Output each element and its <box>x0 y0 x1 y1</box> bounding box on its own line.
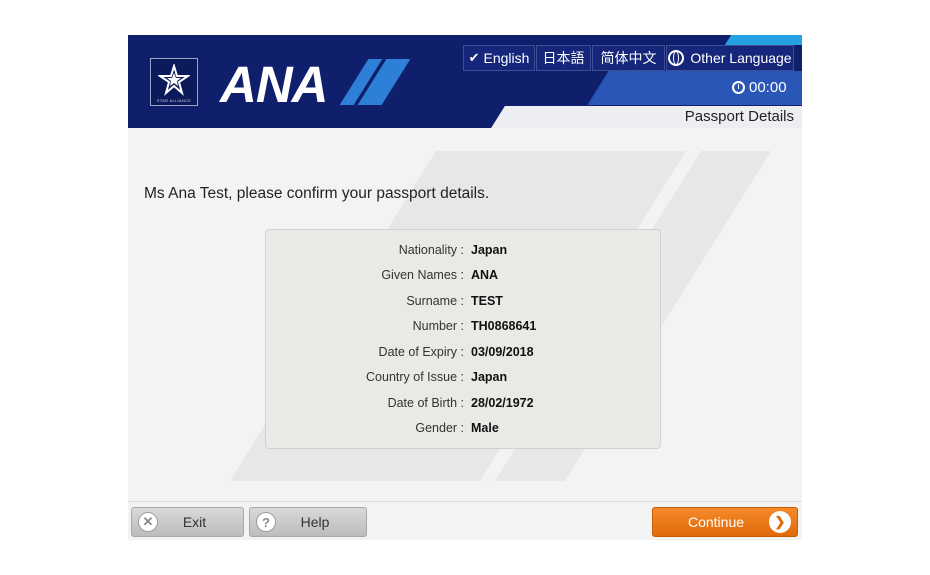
language-label: Other Language <box>690 50 792 66</box>
arrow-right-icon: ❯ <box>769 511 791 533</box>
field-label: Number : <box>412 319 464 333</box>
field-value: TEST <box>471 294 503 308</box>
field-value: TH0868641 <box>471 319 537 333</box>
continue-button[interactable]: Continue ❯ <box>652 507 798 537</box>
passport-row-nationality: Nationality : Japan <box>266 243 662 263</box>
passport-row-given-names: Given Names : ANA <box>266 268 662 288</box>
footer-bar: ✕ Exit ? Help Continue ❯ <box>128 501 802 540</box>
star-alliance-logo: STAR ALLIANCE <box>150 58 198 106</box>
field-label: Date of Birth : <box>387 396 464 410</box>
passport-row-country-of-issue: Country of Issue : Japan <box>266 370 662 390</box>
ana-logo: ANA <box>220 56 328 113</box>
confirmation-prompt: Ms Ana Test, please confirm your passpor… <box>144 185 490 202</box>
clock-icon <box>732 81 745 94</box>
kiosk-screen: STAR ALLIANCE ANA ✔ English 日本語 简体中文 Oth… <box>128 35 802 540</box>
field-value: Japan <box>471 243 508 257</box>
field-label: Country of Issue : <box>366 370 464 384</box>
help-label: Help <box>300 514 330 530</box>
continue-label: Continue <box>687 514 745 530</box>
subheader-dark-section <box>128 106 488 128</box>
field-label: Gender : <box>415 421 464 435</box>
passport-row-date-of-birth: Date of Birth : 28/02/1972 <box>266 396 662 416</box>
field-label: Date of Expiry : <box>378 345 464 359</box>
page-title: Passport Details <box>684 108 794 125</box>
passport-row-gender: Gender : Male <box>266 421 662 441</box>
language-japanese-button[interactable]: 日本語 <box>536 45 591 71</box>
language-other-button[interactable]: Other Language <box>666 45 794 71</box>
field-label: Surname : <box>406 294 464 308</box>
language-english-button[interactable]: ✔ English <box>463 45 535 71</box>
globe-icon <box>668 50 685 66</box>
timer-value: 00:00 <box>749 79 787 96</box>
passport-row-number: Number : TH0868641 <box>266 319 662 339</box>
field-value: 03/09/2018 <box>471 345 534 359</box>
exit-button[interactable]: ✕ Exit <box>131 507 244 537</box>
help-button[interactable]: ? Help <box>249 507 367 537</box>
language-label: 日本語 <box>542 50 585 66</box>
checkmark-icon: ✔ <box>468 50 480 65</box>
star-alliance-icon <box>158 64 190 96</box>
language-selector: ✔ English 日本語 简体中文 Other Language <box>463 45 795 71</box>
session-timer: 00:00 <box>732 79 787 96</box>
field-value: Male <box>471 421 499 435</box>
passport-details-panel: Nationality : Japan Given Names : ANA Su… <box>265 229 661 449</box>
field-label: Given Names : <box>381 268 464 282</box>
header-stripe-accent <box>724 35 802 45</box>
close-icon: ✕ <box>138 512 158 532</box>
header-bar: STAR ALLIANCE ANA ✔ English 日本語 简体中文 Oth… <box>128 35 802 128</box>
language-label: English <box>483 50 530 66</box>
field-value: ANA <box>471 268 499 282</box>
field-value: 28/02/1972 <box>471 396 534 410</box>
field-label: Nationality : <box>398 243 464 257</box>
passport-row-expiry: Date of Expiry : 03/09/2018 <box>266 345 662 365</box>
help-icon: ? <box>256 512 276 532</box>
exit-label: Exit <box>182 514 207 530</box>
field-value: Japan <box>471 370 508 384</box>
passport-row-surname: Surname : TEST <box>266 294 662 314</box>
language-chinese-button[interactable]: 简体中文 <box>592 45 665 71</box>
language-label: 简体中文 <box>600 50 657 66</box>
star-alliance-caption: STAR ALLIANCE <box>156 98 192 103</box>
